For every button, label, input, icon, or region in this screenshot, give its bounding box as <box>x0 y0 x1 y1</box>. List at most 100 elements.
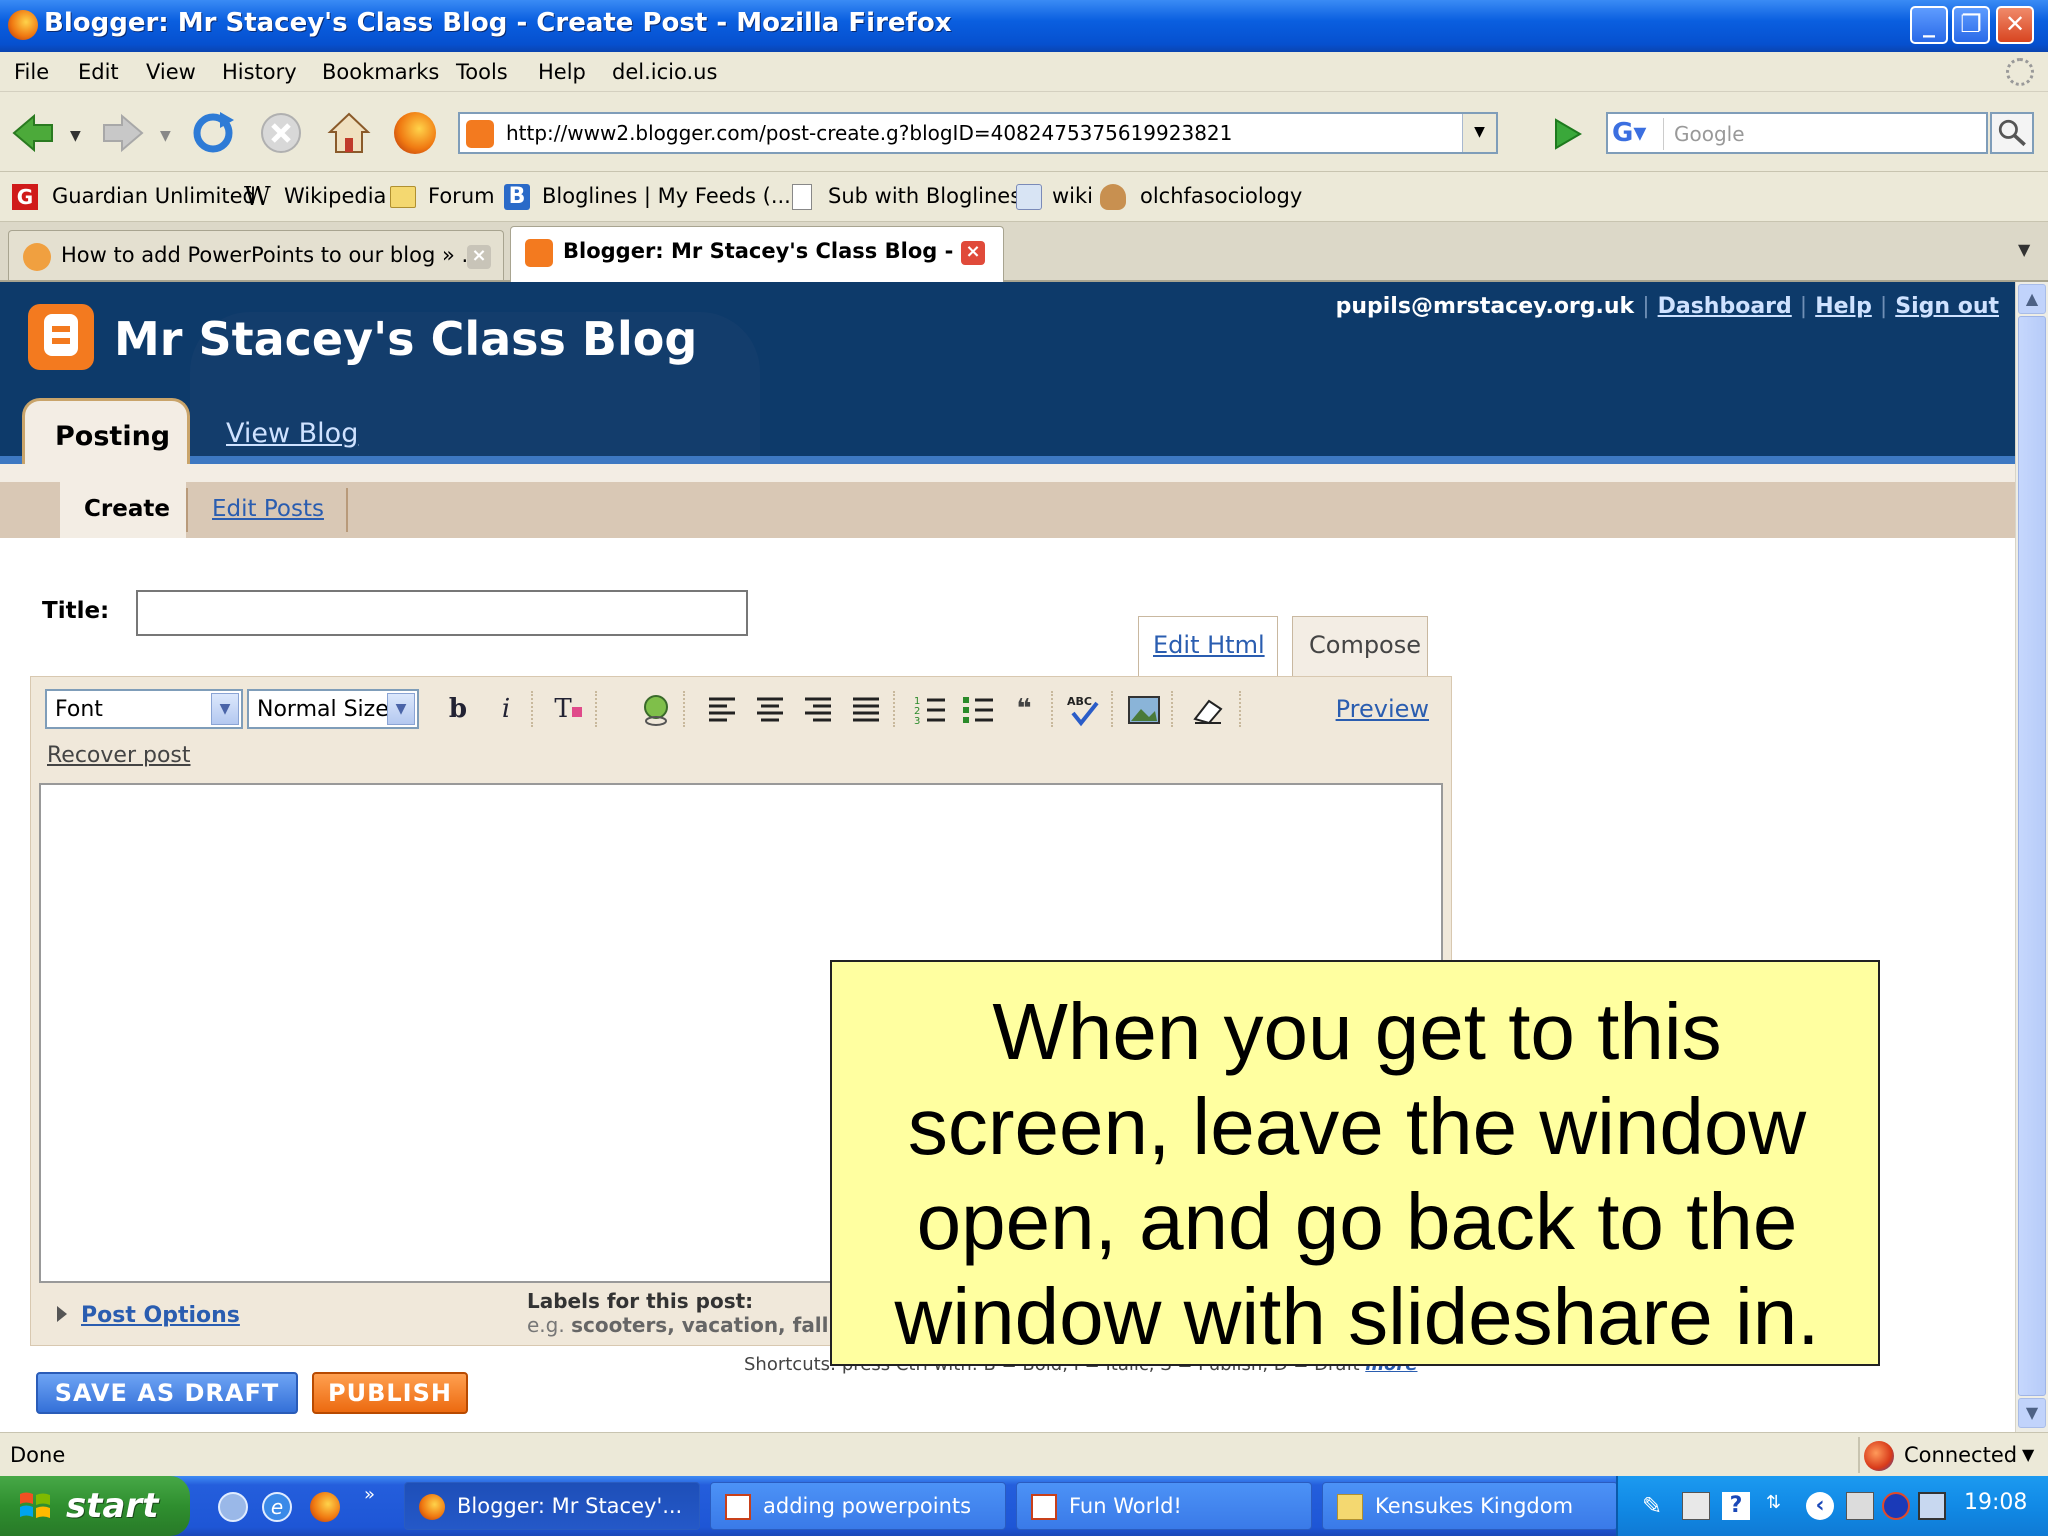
size-select[interactable]: Normal Size ▼ <box>247 689 419 729</box>
task-fun-world[interactable]: Fun World! <box>1016 1482 1312 1530</box>
subtab-create[interactable]: Create <box>60 482 186 538</box>
preview-link[interactable]: Preview <box>1336 695 1429 723</box>
tab-label: How to add PowerPoints to our blog » ... <box>61 243 482 267</box>
firefox-quicklaunch-icon[interactable] <box>310 1492 340 1522</box>
task-kensukes-kingdom[interactable]: Kensukes Kingdom <box>1322 1482 1618 1530</box>
window-title: Blogger: Mr Stacey's Class Blog - Create… <box>44 8 952 38</box>
display-settings-icon[interactable] <box>1846 1492 1874 1520</box>
numbered-list-icon[interactable]: 1 2 3 <box>911 691 949 729</box>
scrollbar-thumb[interactable] <box>2018 316 2046 1396</box>
help-link[interactable]: Help <box>1815 294 1872 319</box>
task-blogger[interactable]: Blogger: Mr Stacey'... <box>404 1482 700 1530</box>
post-options-toggle[interactable]: Post Options <box>57 1303 240 1328</box>
font-select[interactable]: Font ▼ <box>45 689 243 729</box>
blogger-header: Mr Stacey's Class Blog pupils@mrstacey.o… <box>0 282 2015 502</box>
search-box[interactable]: G▾ Google <box>1606 112 1988 154</box>
back-dropdown-icon[interactable]: ▼ <box>70 128 81 144</box>
spell-check-icon[interactable]: ABC <box>1065 691 1103 729</box>
forward-icon[interactable] <box>100 110 146 156</box>
image-icon[interactable] <box>1125 691 1163 729</box>
justify-icon[interactable] <box>847 691 885 729</box>
bookmark-sub-bloglines[interactable]: Sub with Bloglines <box>828 184 1021 208</box>
stop-icon[interactable] <box>258 110 304 156</box>
bookmark-wikipedia[interactable]: Wikipedia <box>284 184 386 208</box>
align-right-icon[interactable] <box>799 691 837 729</box>
menu-help[interactable]: Help <box>538 60 586 84</box>
google-engine-icon[interactable]: G▾ <box>1612 118 1664 150</box>
title-input[interactable] <box>136 590 748 636</box>
guardian-icon: G <box>12 184 38 210</box>
chevron-left-icon[interactable]: ‹ <box>1806 1492 1834 1520</box>
tab-close-icon[interactable]: × <box>467 245 491 269</box>
status-dropdown-icon[interactable]: ▼ <box>2022 1445 2034 1464</box>
language-bar-icon[interactable] <box>1682 1492 1710 1520</box>
tab-powerpoints[interactable]: How to add PowerPoints to our blog » ...… <box>8 230 504 280</box>
bookmark-guardian[interactable]: Guardian Unlimited <box>52 184 256 208</box>
folder-icon <box>1337 1494 1363 1520</box>
menu-view[interactable]: View <box>146 60 196 84</box>
bold-icon[interactable]: b <box>439 691 477 729</box>
eraser-icon[interactable] <box>1189 691 1227 729</box>
sign-out-link[interactable]: Sign out <box>1895 294 1999 319</box>
size-select-value: Normal Size <box>257 697 389 722</box>
dashboard-link[interactable]: Dashboard <box>1658 294 1792 319</box>
maximize-button[interactable]: ❐ <box>1952 6 1990 44</box>
quicklaunch-more-icon[interactable]: » <box>364 1484 375 1505</box>
restore-icon[interactable]: ⇅ <box>1766 1492 1794 1520</box>
tab-label: Blogger: Mr Stacey's Class Blog - ... <box>563 239 985 263</box>
menu-delicious[interactable]: del.icio.us <box>612 60 717 84</box>
align-left-icon[interactable] <box>703 691 741 729</box>
bullet-list-icon[interactable] <box>959 691 997 729</box>
reload-icon[interactable] <box>190 110 236 156</box>
text-color-icon[interactable]: T <box>549 691 587 729</box>
menu-edit[interactable]: Edit <box>78 60 119 84</box>
bluetooth-icon[interactable] <box>1882 1492 1910 1520</box>
bookmark-forum[interactable]: Forum <box>428 184 495 208</box>
scroll-up-icon[interactable]: ▲ <box>2018 284 2046 314</box>
pen-tool-icon[interactable]: ✎ <box>1642 1492 1670 1520</box>
task-adding-powerpoints[interactable]: adding powerpoints <box>710 1482 1006 1530</box>
powerpoint-icon <box>1031 1494 1057 1520</box>
bookmark-olchfasociology[interactable]: olchfasociology <box>1140 184 1302 208</box>
menu-file[interactable]: File <box>14 60 49 84</box>
go-icon[interactable] <box>1546 114 1586 154</box>
menu-history[interactable]: History <box>222 60 297 84</box>
tab-close-icon[interactable]: × <box>961 241 985 265</box>
italic-icon[interactable]: i <box>487 691 525 729</box>
address-dropdown-icon[interactable]: ▼ <box>1462 114 1496 152</box>
tab-compose[interactable]: Compose <box>1292 616 1428 676</box>
blockquote-icon[interactable]: ❝ <box>1005 691 1043 729</box>
start-button[interactable]: start <box>0 1476 190 1536</box>
tab-posting[interactable]: Posting <box>22 398 190 468</box>
publish-button[interactable]: PUBLISH <box>312 1372 468 1414</box>
subtab-edit-posts[interactable]: Edit Posts <box>212 496 324 522</box>
bookmark-wiki[interactable]: wiki <box>1052 184 1093 208</box>
tab-edit-html[interactable]: Edit Html <box>1138 616 1278 676</box>
minimize-button[interactable]: _ <box>1910 6 1948 44</box>
address-bar[interactable]: http://www2.blogger.com/post-create.g?bl… <box>458 112 1498 154</box>
help-icon[interactable]: ? <box>1722 1492 1750 1520</box>
forward-dropdown-icon[interactable]: ▼ <box>160 128 171 144</box>
home-icon[interactable] <box>326 110 372 156</box>
save-as-draft-button[interactable]: SAVE AS DRAFT <box>36 1372 298 1414</box>
magnifier-icon[interactable] <box>1990 112 2034 154</box>
monitor-icon[interactable] <box>1918 1492 1946 1520</box>
firefox-extension-icon[interactable] <box>394 112 436 154</box>
tab-view-blog[interactable]: View Blog <box>226 418 358 449</box>
status-text: Done <box>10 1443 66 1467</box>
align-center-icon[interactable] <box>751 691 789 729</box>
link-icon[interactable] <box>637 691 675 729</box>
menu-tools[interactable]: Tools <box>456 60 508 84</box>
vertical-scrollbar[interactable]: ▲ ▼ <box>2015 282 2048 1432</box>
tab-blogger[interactable]: Blogger: Mr Stacey's Class Blog - ... × <box>510 226 1004 282</box>
menu-bookmarks[interactable]: Bookmarks <box>322 60 439 84</box>
tab-list-dropdown-icon[interactable]: ▼ <box>2018 240 2030 259</box>
blogger-favicon-icon <box>466 120 494 148</box>
back-icon[interactable] <box>10 110 56 156</box>
internet-explorer-icon[interactable]: e <box>262 1492 292 1522</box>
recover-post-link[interactable]: Recover post <box>47 743 191 768</box>
bookmark-bloglines[interactable]: Bloglines | My Feeds (... <box>542 184 791 208</box>
scroll-down-icon[interactable]: ▼ <box>2018 1398 2046 1428</box>
close-window-button[interactable]: ✕ <box>1996 6 2034 44</box>
show-desktop-icon[interactable] <box>218 1492 248 1522</box>
